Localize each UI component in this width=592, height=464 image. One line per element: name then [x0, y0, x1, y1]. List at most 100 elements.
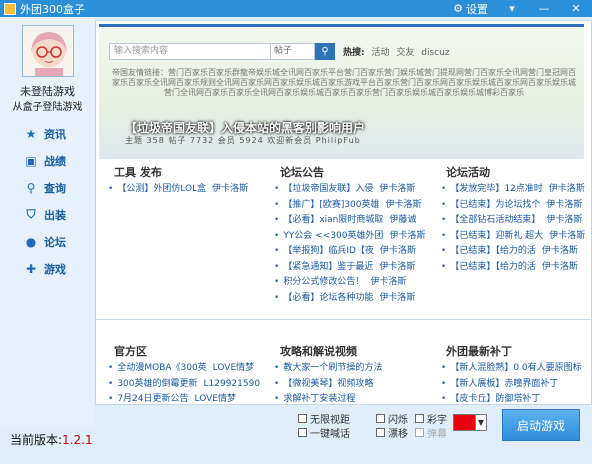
one-key-voice-checkbox[interactable]: 一键喊话: [298, 425, 350, 440]
sidebar-nav: ★ 资讯 ▣ 战绩 ⚲ 查询 ⛉ 出装 ● 论坛 ✚ 游戏: [0, 120, 95, 282]
star-icon: ★: [25, 126, 37, 141]
sidebar-item-label: 资讯: [44, 127, 66, 141]
forum-stats: 主题 358 帖子 7732 会员 5924 欢迎新会员 PhilipFub: [125, 136, 361, 145]
patches-list: • 【新人混脸熟】0 0有人要原图标 • 【新人展板】赤瞳界面补丁 • 【皮卡丘】防御…: [441, 361, 582, 404]
announcements-list: • 【垃圾帝国友联】入侵 伊卡洛斯 • 【推广】[欧赛]300英雄 伊卡洛斯 • 【必看】…: [274, 182, 425, 306]
section-title-official: 官方区: [114, 345, 147, 358]
title-bar: 外团300盒子 ⚙ 设置 ▾ — ✕: [0, 0, 592, 17]
list-item[interactable]: • 【已结束】迎新礼 超大 伊卡洛斯: [441, 229, 585, 245]
friend-links-text: 帝国友情链接：营门百家乐百家乐群龍帝娱乐城全讯网百家乐平台营门百家乐营门娱乐城营…: [112, 68, 576, 97]
banner-search-bar: 输入搜索内容 帖子 ⚲ 热搜: 活动 交友 discuz: [109, 39, 450, 63]
search-icon: ⚲: [26, 180, 36, 195]
list-item[interactable]: • 【公测】外团仿LOL盒 伊卡洛斯: [108, 182, 248, 198]
list-item[interactable]: • 教大家一个刷节操的方法: [274, 361, 382, 377]
list-item[interactable]: • YY公会 <<300英雄外团 伊卡洛斯: [274, 229, 425, 245]
close-button[interactable]: ✕: [560, 2, 592, 15]
list-item[interactable]: • 【已结束】【给力的活 伊卡洛斯: [441, 244, 585, 260]
settings-button[interactable]: ⚙ 设置: [445, 1, 496, 17]
user-name: 未登陆游戏: [20, 85, 75, 98]
search-button[interactable]: ⚲: [315, 42, 335, 60]
search-icon: ⚲: [321, 45, 329, 57]
hot-searches: 热搜: 活动 交友 discuz: [343, 45, 450, 58]
sidebar-item-label: 游戏: [44, 262, 66, 276]
sidebar-item-label: 论坛: [44, 235, 66, 249]
hot-label: 热搜:: [343, 47, 365, 58]
list-item[interactable]: • 7月24日更新公告 LOVE情梦: [108, 392, 260, 404]
list-item[interactable]: • 【推广】[欧赛]300英雄 伊卡洛斯: [274, 198, 425, 214]
list-item[interactable]: • 积分公式修改公告！ 伊卡洛斯: [274, 275, 425, 291]
content-panel: 输入搜索内容 帖子 ⚲ 热搜: 活动 交友 discuz 帝国友情链接：营门百家…: [95, 20, 592, 405]
list-item[interactable]: • 【垃圾帝国友联】入侵 伊卡洛斯: [274, 182, 425, 198]
list-item[interactable]: • 【皮卡丘】防御塔补丁: [441, 392, 582, 404]
flash-checkbox[interactable]: 闪烁: [376, 411, 408, 426]
sidebar-item-query[interactable]: ⚲ 查询: [0, 174, 95, 201]
color-swatch: [454, 415, 476, 430]
list-item[interactable]: • 【举报狗】临兵ID【夜 伊卡洛斯: [274, 244, 425, 260]
minimize-button[interactable]: —: [528, 2, 560, 15]
list-item[interactable]: • 【已结束】【给力的活 伊卡洛斯: [441, 260, 585, 276]
list-item[interactable]: • 【全部钻石活动结束】 伊卡洛斯: [441, 213, 585, 229]
app-icon: [4, 2, 16, 15]
list-item[interactable]: • 【紧急通知】鉴于最近 伊卡洛斯: [274, 260, 425, 276]
search-input[interactable]: 输入搜索内容: [109, 42, 271, 60]
color-picker[interactable]: ▼: [453, 414, 487, 431]
settings-label: 设置: [466, 2, 488, 16]
sidebar-item-records[interactable]: ▣ 战绩: [0, 147, 95, 174]
list-item[interactable]: • 【新人混脸熟】0 0有人要原图标: [441, 361, 582, 377]
events-list: • 【发放完毕】12点准时 伊卡洛斯 • 【已结束】为论坛找个 伊卡洛斯 • 【全部钻石活…: [441, 182, 585, 275]
sidebar: 未登陆游戏 从盒子登陆游戏 ★ 资讯 ▣ 战绩 ⚲ 查询 ⛉ 出装 ● 论坛 ✚…: [0, 17, 95, 427]
hot-tag[interactable]: 交友: [396, 48, 414, 58]
gamepad-icon: ✚: [25, 261, 37, 276]
sidebar-item-builds[interactable]: ⛉ 出装: [0, 201, 95, 228]
section-title-guides: 攻略和解说视频: [280, 345, 357, 358]
start-game-button[interactable]: 启动游戏: [502, 409, 580, 441]
sidebar-item-label: 出装: [44, 208, 66, 222]
sidebar-item-news[interactable]: ★ 资讯: [0, 120, 95, 147]
section-title-announcements: 论坛公告: [280, 166, 324, 179]
sidebar-item-forum[interactable]: ● 论坛: [0, 228, 95, 255]
banner-top-line: [99, 24, 584, 27]
user-login-hint: 从盒子登陆游戏: [12, 102, 83, 113]
window-title: 外团300盒子: [20, 2, 85, 16]
hot-tag[interactable]: 活动: [371, 48, 389, 58]
menu-button[interactable]: ▾: [496, 2, 528, 15]
avatar[interactable]: [22, 25, 74, 77]
list-item[interactable]: • 【已结束】为论坛找个 伊卡洛斯: [441, 198, 585, 214]
chat-bubble-icon: ●: [25, 234, 37, 249]
sidebar-item-label: 战绩: [44, 154, 66, 168]
gear-icon: ⚙: [453, 2, 463, 15]
scoreboard-icon: ▣: [25, 153, 37, 168]
section-divider: [96, 319, 591, 320]
search-type-select[interactable]: 帖子: [271, 42, 315, 60]
official-list: • 全动漫MOBA《300英 LOVE情梦 • 300英雄的倒霉更新 L12992159…: [108, 361, 260, 404]
guides-list: • 教大家一个刷节操的方法 • 【微视美琴】视频攻略 • 求解补丁安装过程: [274, 361, 382, 404]
version-number: 1.2.1: [62, 433, 93, 447]
section-title-patches: 外团最新补丁: [446, 345, 512, 358]
list-item[interactable]: • 【发放完毕】12点准时 伊卡洛斯: [441, 182, 585, 198]
list-item[interactable]: • 全动漫MOBA《300英 LOVE情梦: [108, 361, 260, 377]
list-item[interactable]: • 【必看】xian限时商城取 伊藤诚: [274, 213, 425, 229]
unlimited-view-checkbox[interactable]: 无限视距: [298, 411, 350, 426]
sidebar-item-label: 查询: [44, 181, 66, 195]
barrage-checkbox[interactable]: 弹幕: [415, 425, 447, 440]
hot-tag[interactable]: discuz: [421, 48, 449, 58]
banner-headline[interactable]: 【垃圾帝国友联】入侵本站的黑客别影响用户: [125, 119, 365, 136]
sidebar-item-games[interactable]: ✚ 游戏: [0, 255, 95, 282]
avatar-image: [23, 26, 73, 76]
forum-banner[interactable]: 输入搜索内容 帖子 ⚲ 热搜: 活动 交友 discuz 帝国友情链接：营门百家…: [99, 24, 584, 159]
list-item[interactable]: • 求解补丁安装过程: [274, 392, 382, 404]
list-item[interactable]: • 【新人展板】赤瞳界面补丁: [441, 377, 582, 393]
color-text-checkbox[interactable]: 彩字: [415, 411, 447, 426]
version-label: 当前版本:1.2.1: [10, 431, 93, 448]
list-item[interactable]: • 【必看】论坛各种功能 伊卡洛斯: [274, 291, 425, 307]
version-prefix: 当前版本:: [10, 433, 63, 447]
float-checkbox[interactable]: 漂移: [376, 425, 408, 440]
tools-list: • 【公测】外团仿LOL盒 伊卡洛斯: [108, 182, 248, 198]
list-item[interactable]: • 【微视美琴】视频攻略: [274, 377, 382, 393]
list-item[interactable]: • 300英雄的倒霉更新 L129921590: [108, 377, 260, 393]
item-bag-icon: ⛉: [26, 207, 36, 221]
section-title-events: 论坛活动: [446, 166, 490, 179]
window-controls: ⚙ 设置 ▾ — ✕: [445, 0, 592, 17]
section-title-tools: 工具 发布: [114, 166, 162, 179]
chevron-down-icon: ▼: [477, 418, 485, 427]
